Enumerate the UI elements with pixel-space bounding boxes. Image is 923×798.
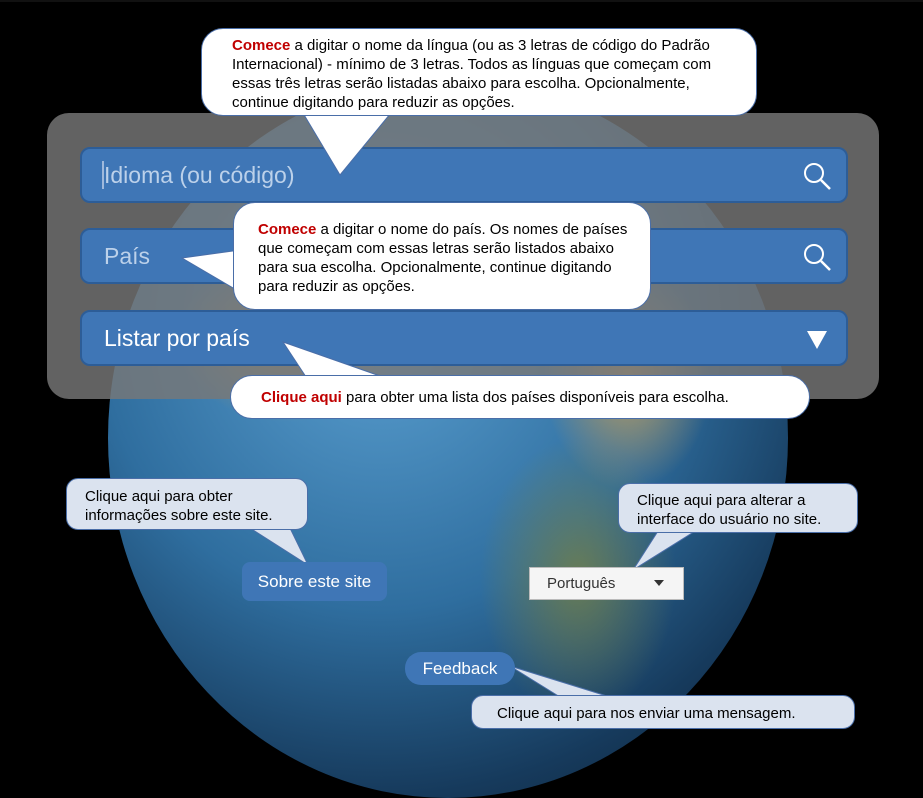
list-help-highlight: Clique aqui — [261, 389, 342, 406]
language-help-callout: Comece a digitar o nome da língua (ou as… — [201, 28, 757, 116]
feedback-button[interactable]: Feedback — [405, 652, 515, 685]
ui-language-selected: Português — [547, 575, 616, 592]
about-site-button[interactable]: Sobre este site — [242, 562, 387, 601]
ui-language-select[interactable]: Português — [529, 567, 684, 600]
about-help-callout: Clique aqui para obter informações sobre… — [66, 478, 308, 530]
country-help-highlight: Comece — [258, 221, 317, 238]
country-help-callout: Comece a digitar o nome do país. Os nome… — [233, 202, 651, 310]
language-help-highlight: Comece — [232, 37, 291, 54]
list-help-callout: Clique aqui para obter uma lista dos paí… — [230, 375, 810, 419]
feedback-help-callout: Clique aqui para nos enviar uma mensagem… — [471, 695, 855, 729]
language-help-text: a digitar o nome da língua (ou as 3 letr… — [232, 37, 712, 111]
interface-help-callout: Clique aqui para alterar a interface do … — [618, 483, 858, 533]
caret-down-icon — [654, 580, 664, 586]
list-help-text: para obter uma lista dos países disponív… — [341, 389, 729, 406]
